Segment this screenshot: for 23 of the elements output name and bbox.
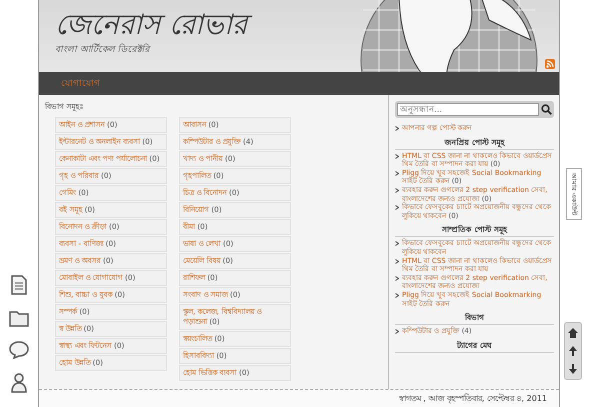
bullet-icon xyxy=(395,292,399,298)
down-arrow-icon[interactable] xyxy=(568,363,578,375)
speech-bubble-icon[interactable] xyxy=(9,341,29,359)
bullet-icon xyxy=(395,154,399,159)
bullet-icon xyxy=(395,126,399,131)
document-icon[interactable] xyxy=(11,275,27,295)
bullet-icon xyxy=(395,329,399,334)
bullet-icon xyxy=(395,241,399,246)
site-subtitle: বাংলা আর্টিকেল ডিরেক্টরি xyxy=(55,42,152,57)
search-icon[interactable] xyxy=(541,104,552,115)
site-title[interactable]: জেনেরাস রোভার xyxy=(55,8,559,42)
bullet-icon xyxy=(395,188,399,193)
folder-icon[interactable] xyxy=(9,309,29,327)
home-icon[interactable] xyxy=(567,327,579,339)
up-arrow-icon[interactable] xyxy=(568,345,578,357)
bullet-icon xyxy=(395,276,399,281)
bullet-icon xyxy=(395,258,399,264)
search-field[interactable]: অনুসন্ধান... xyxy=(395,101,554,118)
footer-date-text: স্বাগতম , আজ বৃহস্পতিবার, সেপ্টেম্বর ৪, 2011 xyxy=(398,392,547,405)
bullet-icon xyxy=(395,205,399,210)
bullet-icon xyxy=(395,170,399,176)
person-icon[interactable] xyxy=(11,373,27,393)
rss-icon[interactable] xyxy=(545,59,555,69)
